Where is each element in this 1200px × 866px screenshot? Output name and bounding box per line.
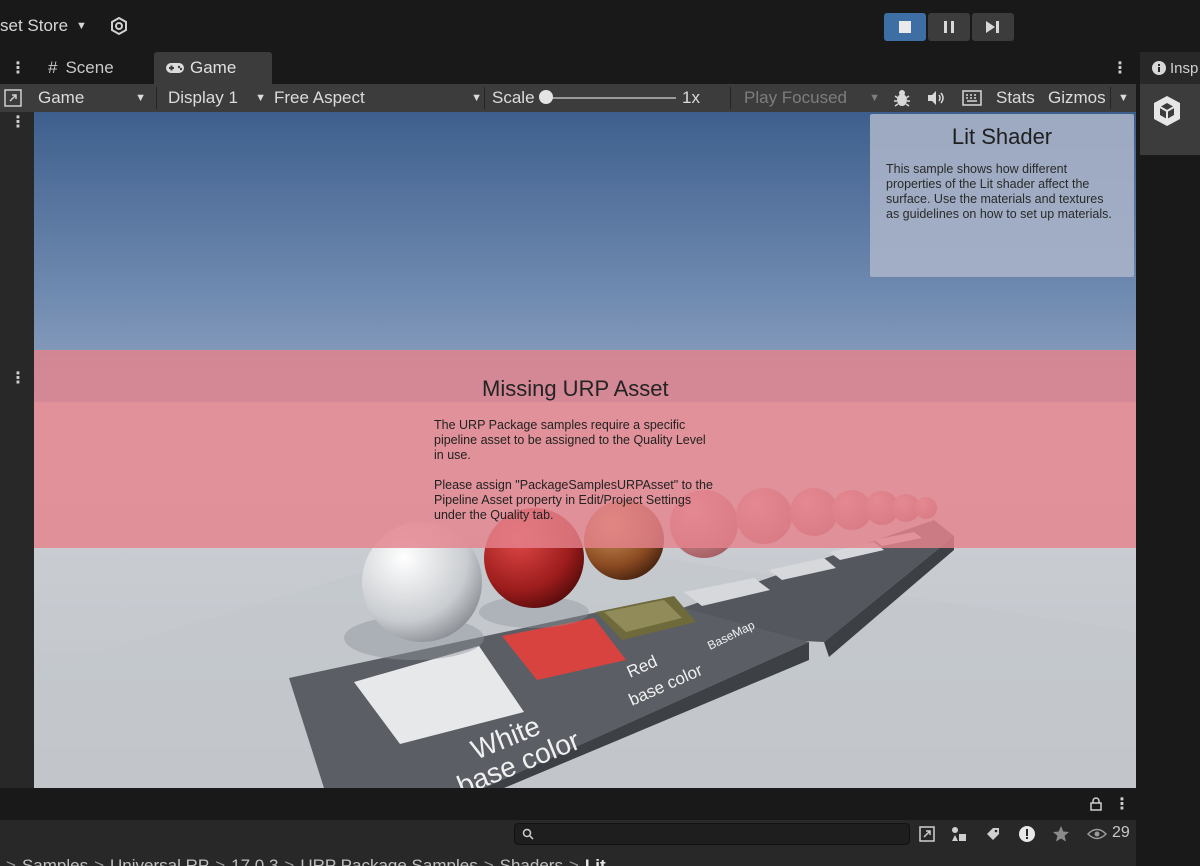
breadcrumb-item[interactable]: Samples xyxy=(22,856,88,866)
lit-shader-info-panel: Lit Shader This sample shows how differe… xyxy=(870,114,1134,277)
inspector-header xyxy=(1140,84,1200,156)
missing-urp-banner: Missing URP Asset The URP Package sample… xyxy=(34,350,1136,548)
left-strip: ⋮ ⋮ xyxy=(0,112,34,788)
game-viewport[interactable]: White base color Red base color BaseMap … xyxy=(34,112,1136,788)
breadcrumb-item[interactable]: 17.0.3 xyxy=(231,856,278,866)
panel-menu-icon[interactable]: ⋮ xyxy=(1112,58,1128,78)
grid-icon: # xyxy=(48,58,58,77)
bug-icon[interactable] xyxy=(892,84,912,112)
breadcrumb-separator: > xyxy=(215,856,226,866)
lit-shader-description: This sample shows how different properti… xyxy=(886,162,1112,221)
lock-icon[interactable] xyxy=(1090,797,1102,811)
play-mode-label: Play Focused xyxy=(744,88,847,107)
warning-filter-icon[interactable] xyxy=(1016,823,1038,845)
search-input[interactable] xyxy=(537,824,905,844)
missing-urp-title: Missing URP Asset xyxy=(482,376,669,401)
breadcrumb-separator: > xyxy=(284,856,295,866)
open-in-window-icon[interactable] xyxy=(916,823,938,845)
display-dropdown[interactable]: Display 1 ▼ xyxy=(168,84,266,112)
game-view-label: Game xyxy=(38,88,85,107)
play-controls xyxy=(884,13,1014,41)
display-label: Display 1 xyxy=(168,88,238,107)
maximize-icon[interactable] xyxy=(4,84,22,112)
more-options-icon[interactable]: ⋮ xyxy=(1114,794,1130,814)
cloud-services-icon[interactable] xyxy=(110,17,128,35)
scale-value: 1x xyxy=(682,88,700,107)
gamepad-icon xyxy=(166,63,184,73)
inspector-panel: Insp xyxy=(1136,52,1200,866)
stop-icon xyxy=(899,21,911,33)
chevron-down-icon: ▼ xyxy=(76,20,87,32)
tab-label: Game xyxy=(190,58,237,77)
inspector-tab-label: Insp xyxy=(1170,59,1199,77)
chevron-down-icon: ▼ xyxy=(255,92,266,104)
pause-icon xyxy=(944,21,954,33)
project-toolbar: 29 xyxy=(0,820,1136,848)
more-options-icon[interactable]: ⋮ xyxy=(10,58,26,78)
play-button[interactable] xyxy=(884,13,926,41)
unity-cube-icon xyxy=(1154,96,1180,126)
asset-store-dropdown[interactable]: set Store ▼ xyxy=(0,14,87,38)
step-icon xyxy=(986,21,999,33)
tab-scene[interactable]: # Scene xyxy=(34,52,152,84)
chevron-down-icon: ▼ xyxy=(1118,92,1129,104)
more-options-icon[interactable]: ⋮ xyxy=(10,368,26,388)
search-icon xyxy=(522,828,534,840)
info-icon xyxy=(1152,61,1166,75)
scale-slider-track[interactable] xyxy=(548,97,676,99)
gizmos-dropdown[interactable]: ▼ xyxy=(1118,84,1129,112)
breadcrumb-current[interactable]: Lit xyxy=(585,856,606,866)
visibility-eye-icon[interactable] xyxy=(1086,823,1108,845)
filter-by-label-icon[interactable] xyxy=(982,823,1004,845)
audio-mute-icon[interactable] xyxy=(928,84,946,112)
project-panel-header: ⋮ xyxy=(0,788,1136,820)
game-view-dropdown[interactable]: Game ▼ xyxy=(38,84,150,112)
breadcrumb-item[interactable]: Universal RP xyxy=(110,856,209,866)
project-search-box[interactable] xyxy=(514,823,910,845)
missing-urp-line: Please assign "PackageSamplesURPAsset" t… xyxy=(434,478,713,492)
aspect-dropdown[interactable]: Free Aspect ▼ xyxy=(274,84,482,112)
favorites-star-icon[interactable] xyxy=(1050,823,1072,845)
chevron-down-icon: ▼ xyxy=(135,92,146,104)
game-toolbar: Game ▼ Display 1 ▼ Free Aspect ▼ Scale 1… xyxy=(0,84,1136,112)
pause-button[interactable] xyxy=(928,13,970,41)
missing-urp-line: pipeline asset to be assigned to the Qua… xyxy=(434,433,706,447)
game-panel-tabbar: ⋮ # Scene Game ⋮ xyxy=(0,52,1136,84)
breadcrumb-separator: > xyxy=(568,856,579,866)
breadcrumb-separator: > xyxy=(6,856,16,866)
breadcrumb-item[interactable]: URP Package Samples xyxy=(300,856,477,866)
aspect-label: Free Aspect xyxy=(274,88,365,107)
asset-store-label: set Store xyxy=(0,16,69,35)
project-panel: ⋮ 29 > Samples > Universal RP >17.0.3 > URP Pa… xyxy=(0,788,1136,866)
filter-by-type-icon[interactable] xyxy=(948,823,970,845)
breadcrumb-separator: > xyxy=(94,856,105,866)
lit-shader-title: Lit Shader xyxy=(951,124,1053,149)
breadcrumb-separator: > xyxy=(483,856,494,866)
chevron-down-icon: ▼ xyxy=(869,92,880,104)
visible-asset-count: 29 xyxy=(1112,824,1130,841)
missing-urp-line: in use. xyxy=(434,448,471,462)
breadcrumb: > Samples > Universal RP >17.0.3 > URP Package… xyxy=(0,848,1136,866)
missing-urp-line: Pipeline Asset property in Edit/Project … xyxy=(434,493,692,507)
more-options-icon[interactable]: ⋮ xyxy=(10,112,26,132)
tab-game[interactable]: Game xyxy=(154,52,272,84)
tab-label: Scene xyxy=(65,58,114,77)
step-button[interactable] xyxy=(972,13,1014,41)
play-mode-dropdown[interactable]: Play Focused ▼ xyxy=(744,84,880,112)
missing-urp-line: under the Quality tab. xyxy=(434,508,554,522)
scale-label: Scale xyxy=(492,88,535,107)
tab-inspector[interactable]: Insp xyxy=(1140,52,1200,84)
top-toolbar: set Store ▼ xyxy=(0,0,1200,50)
stats-button[interactable]: Stats xyxy=(996,84,1035,112)
gizmos-button[interactable]: Gizmos xyxy=(1048,84,1106,112)
breadcrumb-item[interactable]: Shaders xyxy=(500,856,563,866)
scale-slider-handle[interactable] xyxy=(539,90,553,104)
chevron-down-icon: ▼ xyxy=(471,92,482,104)
missing-urp-line: The URP Package samples require a specif… xyxy=(434,418,686,432)
game-panel: ⋮ # Scene Game ⋮ Game ▼ Display 1 ▼ Free… xyxy=(0,52,1136,788)
keyboard-icon[interactable] xyxy=(962,84,982,112)
